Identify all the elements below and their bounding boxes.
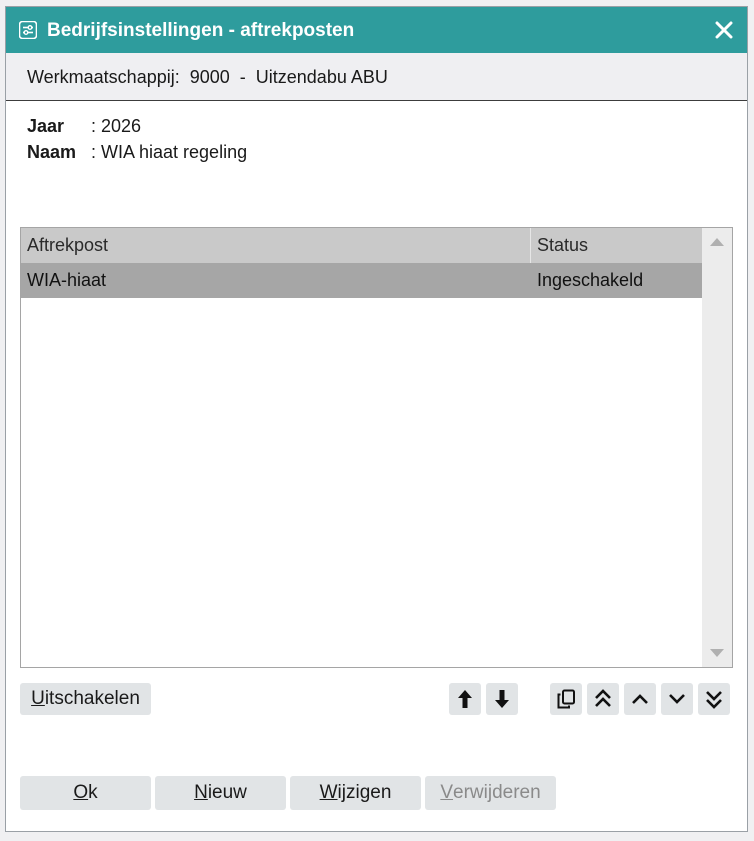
uitschakelen-mnemonic: U xyxy=(31,688,45,709)
deductions-table: Aftrekpost Status WIA-hiaat Ingeschakeld xyxy=(20,227,733,668)
uitschakelen-button[interactable]: Uitschakelen xyxy=(20,683,151,715)
last-record-button[interactable] xyxy=(698,683,730,715)
title-bar: Bedrijfsinstellingen - aftrekposten xyxy=(6,7,747,53)
double-chevron-down-icon xyxy=(706,691,722,709)
scroll-down-arrow-icon[interactable] xyxy=(710,649,724,657)
company-header: Werkmaatschappij: 9000 - Uitzendabu ABU xyxy=(6,53,747,101)
year-row: Jaar : 2026 xyxy=(27,115,141,137)
dialog-title: Bedrijfsinstellingen - aftrekposten xyxy=(47,20,355,41)
cell-status: Ingeschakeld xyxy=(537,270,644,290)
column-header-aftrekpost[interactable]: Aftrekpost xyxy=(21,228,531,263)
next-record-button[interactable] xyxy=(661,683,693,715)
cell-aftrekpost: WIA-hiaat xyxy=(27,270,107,290)
move-up-button[interactable] xyxy=(449,683,481,715)
close-icon xyxy=(715,21,733,39)
ok-mnemonic: O xyxy=(73,782,89,803)
verwijderen-label: erwijderen xyxy=(453,782,541,803)
table-row[interactable]: WIA-hiaat Ingeschakeld xyxy=(21,263,702,298)
settings-sliders-icon xyxy=(18,20,38,40)
dialog-window: Bedrijfsinstellingen - aftrekposten Werk… xyxy=(5,6,748,832)
scroll-up-arrow-icon[interactable] xyxy=(710,238,724,246)
name-label: Naam xyxy=(27,142,77,162)
company-label: Werkmaatschappij: 9000 - Uitzendabu ABU xyxy=(27,67,388,87)
close-button[interactable] xyxy=(711,17,737,43)
column-header-status[interactable]: Status xyxy=(531,228,702,263)
ok-button[interactable]: Ok xyxy=(20,776,151,810)
year-label: Jaar xyxy=(27,116,65,136)
chevron-up-icon xyxy=(632,694,648,704)
wijzigen-mnemonic: W xyxy=(319,782,338,803)
arrow-up-icon xyxy=(458,690,472,708)
copy-button[interactable] xyxy=(550,683,582,715)
chevron-down-icon xyxy=(669,694,685,704)
wijzigen-button[interactable]: Wijzigen xyxy=(290,776,421,810)
verwijderen-button[interactable]: Verwijderen xyxy=(425,776,556,810)
table-header: Aftrekpost Status xyxy=(21,228,702,263)
nieuw-button[interactable]: Nieuw xyxy=(155,776,286,810)
verwijderen-mnemonic: V xyxy=(440,782,454,803)
ok-label: k xyxy=(88,782,98,803)
move-down-button[interactable] xyxy=(486,683,518,715)
year-value: : 2026 xyxy=(91,116,142,136)
nieuw-label: ieuw xyxy=(207,782,247,803)
name-row: Naam : WIA hiaat regeling xyxy=(27,141,247,163)
first-record-button[interactable] xyxy=(587,683,619,715)
double-chevron-up-icon xyxy=(595,689,611,707)
name-value: : WIA hiaat regeling xyxy=(91,142,248,162)
vertical-scrollbar[interactable] xyxy=(702,228,732,667)
wijzigen-label: ijzigen xyxy=(337,782,392,803)
previous-record-button[interactable] xyxy=(624,683,656,715)
copy-icon xyxy=(557,689,575,709)
arrow-down-icon xyxy=(495,690,509,708)
nieuw-mnemonic: N xyxy=(194,782,208,803)
uitschakelen-label: itschakelen xyxy=(44,688,140,709)
